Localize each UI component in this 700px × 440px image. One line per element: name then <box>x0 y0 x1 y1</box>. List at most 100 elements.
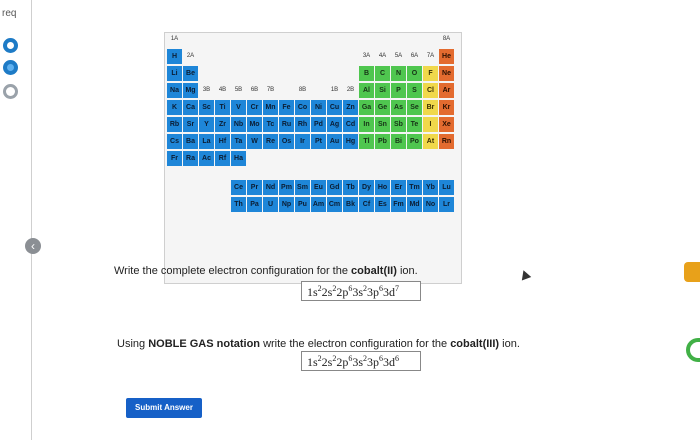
group-label: 6A <box>410 53 419 59</box>
element-cs: Cs <box>167 134 182 149</box>
element-sn: Sn <box>375 117 390 132</box>
element-at: At <box>423 134 438 149</box>
element-s: S <box>407 83 422 98</box>
electron-count: 7 <box>395 284 400 293</box>
element-as: As <box>391 100 406 115</box>
element-pb: Pb <box>375 134 390 149</box>
element-sb: Sb <box>391 117 406 132</box>
right-edge-tab[interactable] <box>684 262 700 282</box>
element-au: Au <box>327 134 342 149</box>
element-pr: Pr <box>247 179 262 195</box>
element-cd: Cd <box>343 117 358 132</box>
element-pt: Pt <box>311 134 326 149</box>
element-rb: Rb <box>167 117 182 132</box>
orbital-label: 3d <box>383 355 396 369</box>
element-hf: Hf <box>215 134 230 149</box>
right-edge-ring-icon[interactable] <box>686 338 700 362</box>
radio-selected-icon[interactable] <box>3 38 18 53</box>
element-nd: Nd <box>263 179 278 195</box>
element-no: No <box>423 196 438 212</box>
element-na: Na <box>167 83 182 98</box>
group-label: 5A <box>394 53 403 59</box>
group-label: 7B <box>266 87 275 93</box>
element-p: P <box>391 83 406 98</box>
element-os: Os <box>279 134 294 149</box>
group-label: 1B <box>330 87 339 93</box>
element-gd: Gd <box>327 179 342 195</box>
orbital-label: 2s <box>321 355 333 369</box>
radio-inactive-icon[interactable] <box>3 84 18 99</box>
element-f: F <box>423 66 438 81</box>
element-tm: Tm <box>407 179 422 195</box>
element-rh: Rh <box>295 117 310 132</box>
element-rn: Rn <box>439 134 454 149</box>
orbital-label: 3d <box>383 285 396 299</box>
element-ra: Ra <box>183 151 198 166</box>
element-i: I <box>423 117 438 132</box>
element-cr: Cr <box>247 100 262 115</box>
element-re: Re <box>263 134 278 149</box>
question-2-prefix: Using <box>117 338 149 350</box>
question-1-species: cobalt(II) <box>351 265 397 277</box>
element-mo: Mo <box>247 117 262 132</box>
electron-count: 6 <box>395 354 400 363</box>
element-n: N <box>391 66 406 81</box>
element-er: Er <box>391 179 406 195</box>
element-u: U <box>263 196 278 212</box>
element-fm: Fm <box>391 196 406 212</box>
element-dy: Dy <box>359 179 374 195</box>
answer-box-1[interactable]: 1s22s22p63s23p63d7 <box>301 281 421 301</box>
orbital-label: 3p <box>367 285 380 299</box>
element-ag: Ag <box>327 117 342 132</box>
element-ru: Ru <box>279 117 294 132</box>
element-ba: Ba <box>183 134 198 149</box>
orbital-label: 1s <box>307 355 318 369</box>
element-c: C <box>375 66 390 81</box>
element-w: W <box>247 134 262 149</box>
element-k: K <box>167 100 182 115</box>
group-label: 4B <box>218 87 227 93</box>
element-lu: Lu <box>439 179 454 195</box>
answer-box-2[interactable]: 1s22s22p63s23p63d6 <box>301 351 421 371</box>
element-md: Md <box>407 196 422 212</box>
element-bi: Bi <box>391 134 406 149</box>
element-es: Es <box>375 196 390 212</box>
mouse-cursor-icon <box>518 268 532 281</box>
question-2-emphasis: NOBLE GAS notation <box>148 338 261 350</box>
element-ar: Ar <box>439 83 454 98</box>
element-sr: Sr <box>183 117 198 132</box>
question-2-text: write the electron configuration for the <box>260 338 451 350</box>
element-br: Br <box>423 100 438 115</box>
collapse-arrow-icon[interactable]: ‹ <box>25 238 41 254</box>
element-ca: Ca <box>183 100 198 115</box>
page: req ‹ 1A 8A 2A 3A 4A 5A 6A 7A 3B 4B 5B 6B 7B 8B 1B 2B H H… <box>0 0 700 440</box>
element-he: He <box>439 49 454 64</box>
group-label: 2B <box>346 87 355 93</box>
orbital-label: 2s <box>321 285 333 299</box>
req-label: req <box>2 8 17 19</box>
divider <box>31 0 32 440</box>
orbital-label: 3s <box>352 355 364 369</box>
element-zr: Zr <box>215 117 230 132</box>
element-cl: Cl <box>423 83 438 98</box>
element-ge: Ge <box>375 100 390 115</box>
element-ha: Ha <box>231 151 246 166</box>
element-te: Te <box>407 117 422 132</box>
element-ta: Ta <box>231 134 246 149</box>
element-la: La <box>199 134 214 149</box>
group-label: 1A <box>170 36 179 42</box>
element-eu: Eu <box>311 179 326 195</box>
element-fe: Fe <box>279 100 294 115</box>
submit-answer-button[interactable]: Submit Answer <box>126 398 202 418</box>
group-label: 4A <box>378 53 387 59</box>
element-b: B <box>359 66 374 81</box>
group-label: 8B <box>298 87 307 93</box>
radio-active-icon[interactable] <box>3 60 18 75</box>
element-h: H <box>167 49 182 64</box>
element-mg: Mg <box>183 83 198 98</box>
element-cu: Cu <box>327 100 342 115</box>
element-np: Np <box>279 196 294 212</box>
element-in: In <box>359 117 374 132</box>
element-li: Li <box>167 66 182 81</box>
element-pm: Pm <box>279 179 294 195</box>
